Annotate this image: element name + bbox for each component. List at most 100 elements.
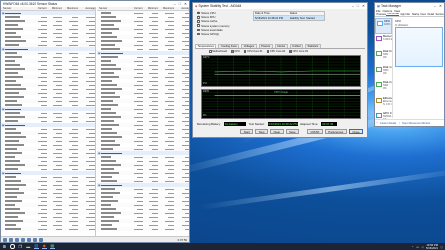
taskmgr-tab[interactable]: App history [399, 13, 410, 16]
graph-tab[interactable]: Statistics [305, 44, 321, 48]
sensor-row[interactable] [97, 107, 189, 112]
task-view-button[interactable]: ❐ [18, 244, 23, 249]
start-button[interactable]: ⊞ [2, 244, 7, 249]
sensor-row[interactable] [1, 199, 95, 203]
sensor-row[interactable] [1, 99, 95, 104]
sensor-row[interactable] [1, 67, 95, 72]
sensor-row[interactable] [97, 155, 189, 160]
stability-button[interactable]: Start [240, 129, 254, 134]
sensor-row[interactable] [97, 95, 189, 99]
sensor-row[interactable] [1, 91, 95, 96]
sensor-row[interactable] [97, 227, 189, 232]
sensor-row[interactable] [1, 75, 95, 80]
sensor-row[interactable] [97, 127, 189, 131]
sensor-row[interactable] [97, 79, 189, 83]
sensor-row[interactable] [1, 63, 95, 67]
close-icon[interactable]: ✕ [184, 2, 187, 6]
sensor-row[interactable] [1, 115, 95, 120]
sensor-row[interactable] [1, 191, 95, 195]
minimize-icon[interactable]: – [352, 4, 354, 8]
graph-tab[interactable]: Clocks [274, 44, 288, 48]
sensor-row[interactable] [97, 19, 189, 24]
sensor-row[interactable] [1, 79, 95, 83]
sensor-row[interactable] [1, 27, 95, 32]
maximize-icon[interactable]: □ [357, 4, 359, 8]
resource-item[interactable]: Disk 1 (D:)HDD0% [375, 65, 392, 81]
sensor-row[interactable] [1, 35, 95, 40]
sensor-row[interactable] [1, 71, 95, 75]
sensor-row[interactable] [1, 151, 95, 155]
sensor-row[interactable] [1, 207, 95, 211]
sensor-row[interactable] [97, 15, 189, 19]
column-header[interactable]: Sensor [1, 7, 31, 10]
sensor-row[interactable] [1, 51, 95, 56]
taskmgr-tab[interactable]: Performance [386, 13, 399, 16]
sensor-row[interactable] [1, 87, 95, 91]
sensor-row[interactable] [1, 179, 95, 184]
minimize-icon[interactable]: – [174, 2, 176, 6]
stability-button[interactable]: Close [348, 129, 363, 134]
open-resource-monitor-link[interactable]: Open Resource Monitor [402, 122, 431, 125]
column-header[interactable]: Current [31, 7, 47, 10]
column-header[interactable]: Minimum [143, 7, 159, 10]
column-header[interactable]: Average [174, 7, 189, 10]
status-row[interactable]: 5/16/2021 10:48:22 PM Stability Test: St… [254, 16, 324, 20]
sensor-row[interactable] [97, 203, 189, 208]
sensor-row[interactable] [97, 43, 189, 48]
volume-icon[interactable]: ◁ [421, 245, 423, 249]
sensor-row[interactable] [97, 207, 189, 211]
sensor-row[interactable] [97, 215, 189, 219]
taskmgr-tab[interactable]: Processes [376, 13, 386, 16]
sensor-row[interactable] [97, 115, 189, 120]
stress-option-checkbox[interactable]: ✓ [197, 24, 200, 27]
sensor-row[interactable] [1, 211, 95, 216]
chevron-up-icon[interactable]: ⌃ [412, 245, 414, 249]
sensor-row[interactable] [97, 199, 189, 203]
sensor-row[interactable] [1, 23, 95, 27]
sensor-row[interactable] [97, 55, 189, 59]
sensor-row[interactable] [97, 211, 189, 216]
explorer-button[interactable]: ▬ [26, 244, 31, 249]
sensor-row[interactable] [1, 131, 95, 136]
sensor-row[interactable] [1, 183, 95, 187]
graph-tab[interactable]: Temperatures [195, 44, 217, 48]
sensor-row[interactable] [1, 147, 95, 152]
sensor-row[interactable] [97, 119, 189, 123]
legend-cpu[interactable]: CPU [231, 50, 240, 53]
sensor-row[interactable] [1, 19, 95, 24]
sensor-row[interactable] [1, 187, 95, 192]
sensor-row[interactable] [1, 59, 95, 64]
column-header[interactable]: Current [127, 7, 143, 10]
aida64-taskbar-button[interactable]: ◆ [42, 244, 47, 249]
graph-tab[interactable]: Powers [258, 44, 273, 48]
maximize-icon[interactable]: □ [179, 2, 181, 6]
sensor-row[interactable] [1, 175, 95, 179]
sensor-row[interactable] [1, 159, 95, 163]
column-header[interactable]: Sensor [97, 7, 127, 10]
sensor-row[interactable] [97, 11, 189, 16]
stability-button[interactable]: CPUID [307, 129, 323, 134]
sensor-row[interactable] [97, 195, 189, 200]
stability-titlebar[interactable]: ◆ System Stability Test - AIDA64 – □ ✕ [193, 3, 367, 9]
sensor-row[interactable] [97, 75, 189, 80]
taskmgr-tab[interactable]: Details [427, 13, 435, 16]
sensor-row[interactable] [97, 163, 189, 168]
sensor-row[interactable] [1, 83, 95, 88]
graph-tab[interactable]: Cooling Fans [218, 44, 240, 48]
sensor-row[interactable] [97, 219, 189, 224]
clock[interactable]: 10:56 PM 5/16/2021 [426, 244, 438, 250]
sensor-row[interactable] [1, 139, 95, 144]
sensor-row[interactable] [1, 55, 95, 59]
sensor-row[interactable] [97, 191, 189, 195]
resource-item[interactable]: Memory3.3/15.9 GB (21%) [375, 34, 392, 50]
sensor-row[interactable] [1, 111, 95, 115]
log-icon[interactable] [21, 237, 25, 242]
sensor-row[interactable] [97, 27, 189, 32]
sensor-row[interactable] [97, 91, 189, 96]
notifications-icon[interactable]: ▢ [440, 245, 443, 249]
sensor-row[interactable] [97, 23, 189, 27]
sensor-row[interactable] [97, 67, 189, 72]
sensor-row[interactable] [97, 143, 189, 147]
sensor-row[interactable] [97, 167, 189, 171]
col-date-time[interactable]: Date & Time [255, 12, 290, 15]
